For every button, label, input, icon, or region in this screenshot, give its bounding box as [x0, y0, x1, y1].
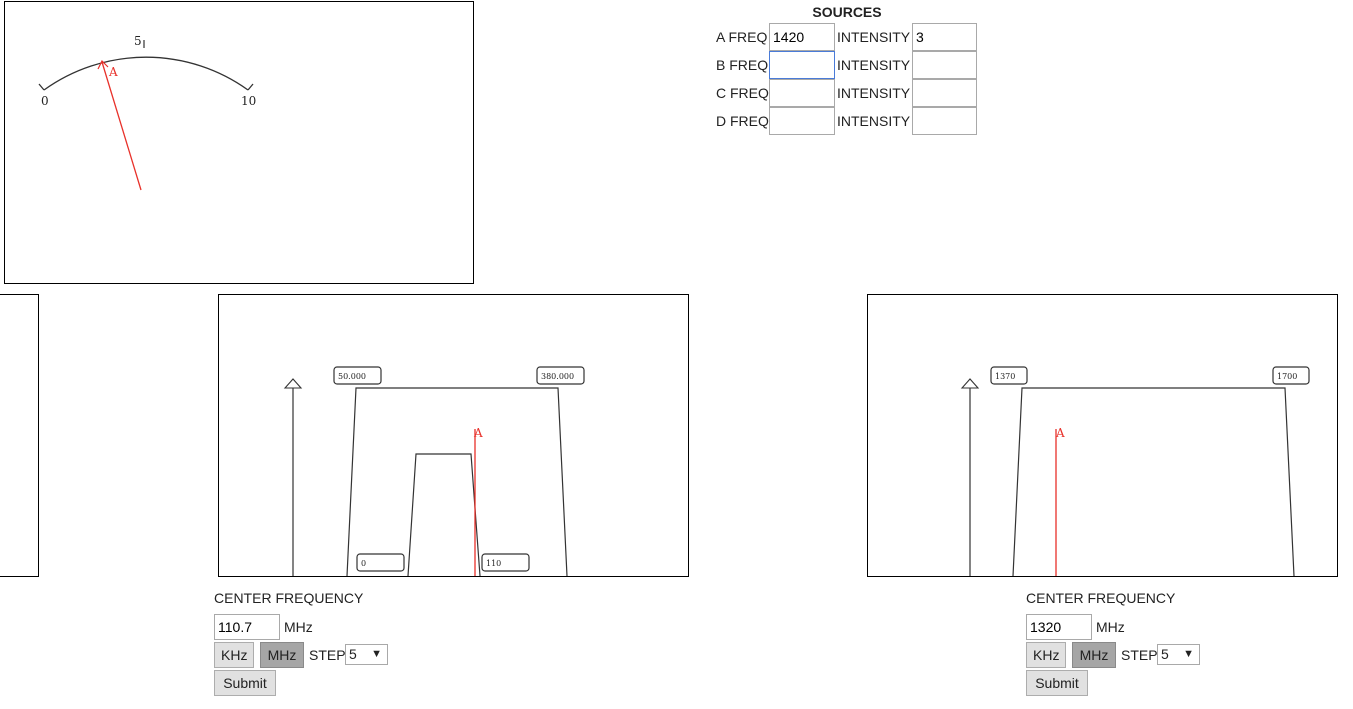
center-frequency-input[interactable] — [214, 614, 280, 640]
outer-band-high-label: 380.000 — [541, 372, 574, 381]
source-b-intensity-label: INTENSITY — [837, 57, 911, 73]
scale-label-0: 0 — [41, 94, 49, 108]
khz-button[interactable]: KHz — [1026, 642, 1066, 668]
chevron-down-icon: ▼ — [1183, 648, 1194, 660]
khz-button[interactable]: KHz — [214, 642, 254, 668]
step-select-value: 5 — [1161, 646, 1169, 662]
scale-label-10: 10 — [241, 94, 256, 108]
center-frequency-controls-2: CENTER FREQUENCY MHz KHz MHz STEP 5 ▼ Su… — [1026, 590, 1286, 700]
source-d-intensity-input[interactable] — [912, 107, 977, 135]
center-frequency-label: CENTER FREQUENCY — [1026, 590, 1176, 606]
scale-label-5: 5 — [134, 34, 142, 48]
meter-needle — [101, 61, 142, 191]
source-line-label: A — [473, 426, 483, 440]
outer-band-shape — [346, 387, 568, 576]
meter-panel: 0 5 10 A — [4, 1, 474, 284]
source-d-intensity-label: INTENSITY — [837, 113, 911, 129]
source-c-freq-label: C FREQ — [716, 85, 769, 101]
source-a-freq-input[interactable] — [769, 23, 835, 51]
source-a-freq-label: A FREQ — [716, 29, 768, 45]
band-low-label: 1370 — [995, 372, 1015, 381]
source-b-intensity-input[interactable] — [912, 51, 977, 79]
spectrum-plot-2: 1370 1700 A — [960, 366, 1310, 576]
source-b-freq-label: B FREQ — [716, 57, 769, 73]
scale-tick-10 — [247, 83, 254, 91]
inner-band-high-label: 110 — [486, 559, 501, 568]
step-select[interactable]: 5 ▼ — [1157, 644, 1200, 665]
source-a-intensity-input[interactable] — [912, 23, 977, 51]
source-d-freq-input[interactable] — [769, 107, 835, 135]
chevron-down-icon: ▼ — [371, 648, 382, 660]
source-c-freq-input[interactable] — [769, 79, 835, 107]
step-label: STEP — [309, 647, 346, 663]
meter-dial: 0 5 10 A — [38, 34, 256, 191]
center-frequency-input[interactable] — [1026, 614, 1092, 640]
center-frequency-controls-1: CENTER FREQUENCY MHz KHz MHz STEP 5 ▼ Su… — [214, 590, 474, 700]
outer-band-low-label: 50.000 — [338, 372, 366, 381]
axis-arrowhead — [283, 378, 303, 389]
center-frequency-unit: MHz — [1096, 619, 1125, 635]
spectrum-panel-2: 1370 1700 A — [867, 294, 1338, 577]
sources-title: SOURCES — [812, 4, 882, 20]
inner-band-low-label: 0 — [361, 559, 366, 568]
source-c-intensity-input[interactable] — [912, 79, 977, 107]
spectrum-panel-1: 50.000 380.000 0 110 A — [218, 294, 689, 577]
scale-tick-0 — [38, 83, 45, 91]
inner-band-shape — [407, 453, 481, 576]
spectrum-plot-1: 50.000 380.000 0 110 A — [283, 366, 585, 576]
offscreen-panel — [0, 294, 39, 577]
source-d-freq-label: D FREQ — [716, 113, 769, 129]
submit-button[interactable]: Submit — [1026, 670, 1088, 696]
mhz-button[interactable]: MHz — [1072, 642, 1116, 668]
center-frequency-unit: MHz — [284, 619, 313, 635]
source-b-freq-input[interactable] — [769, 51, 835, 79]
center-frequency-label: CENTER FREQUENCY — [214, 590, 364, 606]
source-c-intensity-label: INTENSITY — [837, 85, 911, 101]
step-select-value: 5 — [349, 646, 357, 662]
band-shape — [1012, 387, 1295, 576]
needle-source-label: A — [108, 65, 118, 79]
step-select[interactable]: 5 ▼ — [345, 644, 388, 665]
source-line-label: A — [1055, 426, 1065, 440]
axis-arrowhead — [960, 378, 980, 389]
mhz-button[interactable]: MHz — [260, 642, 304, 668]
submit-button[interactable]: Submit — [214, 670, 276, 696]
step-label: STEP — [1121, 647, 1158, 663]
band-high-label: 1700 — [1277, 372, 1297, 381]
source-a-intensity-label: INTENSITY — [837, 29, 911, 45]
